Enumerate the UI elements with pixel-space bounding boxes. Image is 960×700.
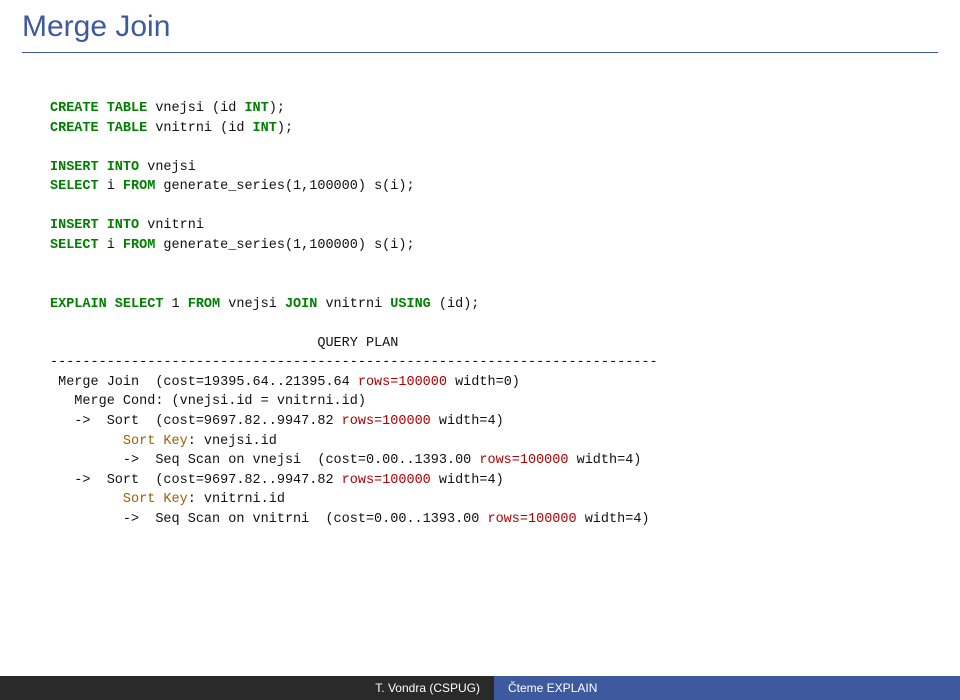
title-area: Merge Join <box>0 0 960 57</box>
rows-estimate: rows=100000 <box>342 414 431 429</box>
rows-estimate: rows=100000 <box>358 375 447 390</box>
rows-estimate: rows=100000 <box>342 473 431 488</box>
footer-author: T. Vondra (CSPUG) <box>0 676 494 700</box>
rows-estimate: rows=100000 <box>479 453 568 468</box>
sort-key: Sort Key <box>50 434 188 449</box>
code-block: CREATE TABLE vnejsi (id INT); CREATE TAB… <box>50 99 910 529</box>
kw-insert: INSERT INTO <box>50 218 139 233</box>
kw-insert: INSERT INTO <box>50 160 139 175</box>
title-rule <box>22 52 938 53</box>
plan-sep: ----------------------------------------… <box>50 355 658 370</box>
plan-header: QUERY PLAN <box>50 336 398 351</box>
kw-select: SELECT <box>50 238 99 253</box>
page-title: Merge Join <box>22 10 938 44</box>
footer-title: Čteme EXPLAIN <box>494 676 960 700</box>
kw-create: CREATE TABLE <box>50 121 147 136</box>
kw-explain: EXPLAIN SELECT <box>50 297 163 312</box>
kw-select: SELECT <box>50 179 99 194</box>
kw-create: CREATE TABLE <box>50 101 147 116</box>
rows-estimate: rows=100000 <box>487 512 576 527</box>
slide: Merge Join CREATE TABLE vnejsi (id INT);… <box>0 0 960 700</box>
sort-key: Sort Key <box>50 492 188 507</box>
footer: T. Vondra (CSPUG) Čteme EXPLAIN <box>0 676 960 700</box>
content: CREATE TABLE vnejsi (id INT); CREATE TAB… <box>0 57 960 700</box>
